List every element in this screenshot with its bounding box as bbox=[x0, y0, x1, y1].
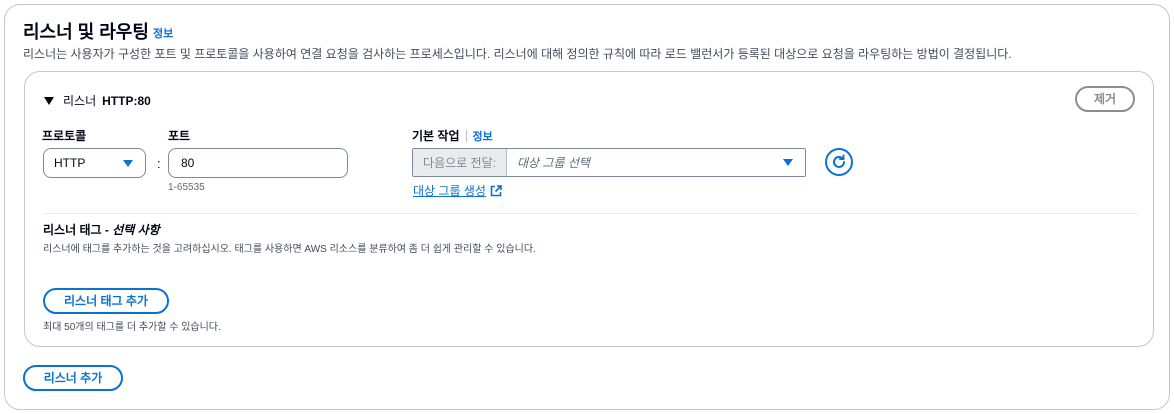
listener-expand-toggle[interactable]: 리스너 HTTP:80 bbox=[44, 92, 151, 109]
default-action-field: 다음으로 전달: 대상 그룹 선택 bbox=[412, 148, 806, 177]
protocol-port-separator: : bbox=[157, 156, 161, 171]
protocol-select[interactable]: HTTP bbox=[43, 148, 146, 178]
external-link-icon bbox=[490, 184, 502, 197]
listeners-and-routing-panel: 리스너 및 라우팅 정보 리스너는 사용자가 구성한 포트 및 프로토콜을 사용… bbox=[4, 4, 1170, 410]
create-target-group-label: 대상 그룹 생성 bbox=[413, 184, 486, 198]
listener-name: HTTP:80 bbox=[102, 93, 151, 108]
listener-tags-description: 리스너에 태그를 추가하는 것을 고려하십시오. 태그를 사용하면 AWS 리소… bbox=[43, 244, 536, 255]
target-group-select[interactable]: 대상 그룹 선택 bbox=[507, 149, 805, 176]
tags-limit-note: 최대 50개의 태그를 더 추가할 수 있습니다. bbox=[43, 322, 221, 333]
section-divider bbox=[44, 213, 1138, 214]
caret-down-icon bbox=[44, 96, 54, 105]
target-group-placeholder: 대상 그룹 선택 bbox=[517, 156, 590, 170]
add-listener-tag-button[interactable]: 리스너 태그 추가 bbox=[43, 288, 169, 314]
port-input[interactable] bbox=[168, 148, 348, 178]
default-action-header: 기본 작업 정보 bbox=[412, 127, 493, 144]
refresh-icon bbox=[833, 154, 845, 168]
add-listener-button[interactable]: 리스너 추가 bbox=[23, 365, 123, 391]
header-info-link[interactable]: 정보 bbox=[153, 25, 173, 41]
protocol-value: HTTP bbox=[54, 156, 86, 170]
forward-to-prefix: 다음으로 전달: bbox=[413, 149, 507, 176]
triangle-down-icon bbox=[783, 159, 793, 166]
default-action-label: 기본 작업 bbox=[412, 129, 460, 143]
section-title: 리스너 및 라우팅 bbox=[23, 22, 149, 42]
label-divider bbox=[465, 129, 467, 142]
listener-container: 리스너 HTTP:80 제거 프로토콜 HTTP : 포트 1-65535 기본… bbox=[24, 71, 1154, 347]
listener-tags-title: 리스너 태그 - 선택 사항 bbox=[43, 221, 160, 238]
remove-listener-button[interactable]: 제거 bbox=[1075, 86, 1135, 112]
protocol-label: 프로토콜 bbox=[42, 129, 87, 143]
refresh-target-groups-button[interactable] bbox=[825, 148, 853, 176]
section-description: 리스너는 사용자가 구성한 포트 및 프로토콜을 사용하여 연결 요청을 검사하… bbox=[23, 47, 1012, 61]
port-label: 포트 bbox=[168, 129, 191, 143]
create-target-group-link[interactable]: 대상 그룹 생성 bbox=[413, 182, 502, 199]
default-action-info-link[interactable]: 정보 bbox=[473, 128, 493, 144]
port-range-hint: 1-65535 bbox=[168, 182, 205, 193]
tags-optional-text: 선택 사항 bbox=[112, 223, 160, 237]
triangle-down-icon bbox=[123, 160, 133, 167]
listener-label: 리스너 bbox=[63, 94, 97, 108]
tags-title-text: 리스너 태그 - bbox=[43, 223, 113, 237]
